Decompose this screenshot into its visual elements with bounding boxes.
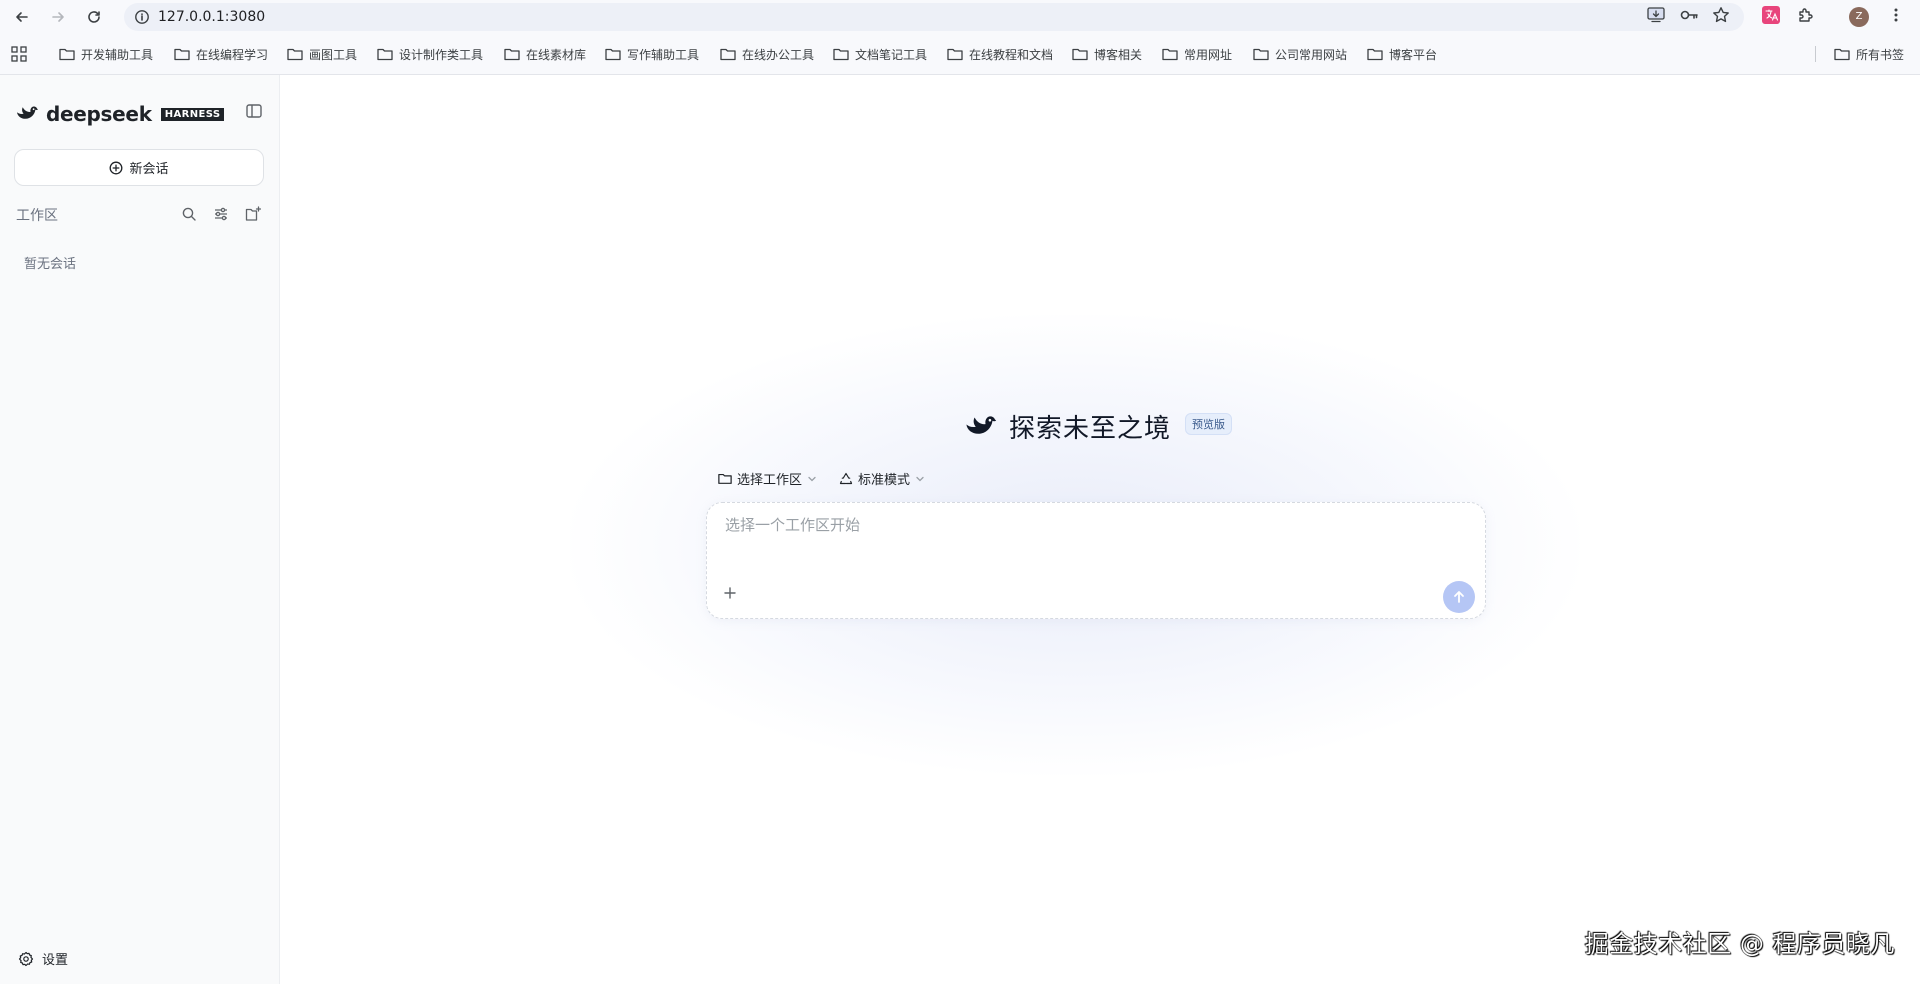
send-button[interactable] (1443, 581, 1475, 613)
bookmark-folder[interactable]: 画图工具 (287, 42, 357, 66)
watermark: 掘金技术社区 @ 程序员晓凡 (1584, 930, 1895, 958)
gear-icon (18, 951, 34, 967)
bookmark-folder[interactable]: 开发辅助工具 (59, 42, 153, 66)
workspace-selector[interactable]: 选择工作区 (718, 469, 817, 488)
folder-icon (377, 47, 393, 61)
bookmark-folder[interactable]: 写作辅助工具 (605, 42, 699, 66)
new-folder-icon[interactable] (245, 206, 261, 222)
filter-sliders-icon[interactable] (213, 206, 229, 222)
folder-icon (504, 47, 520, 61)
bookmark-label: 画图工具 (309, 47, 358, 62)
message-composer (706, 502, 1486, 619)
sidebar-toggle-icon[interactable] (245, 102, 263, 120)
whale-logo-icon (16, 105, 40, 123)
folder-icon (1834, 47, 1850, 61)
brand-name: deepseek (46, 102, 152, 126)
bookmark-folder[interactable]: 设计制作类工具 (377, 42, 483, 66)
browser-menu-icon[interactable] (1888, 6, 1904, 24)
main-area: 探索未至之境 预览版 选择工作区 标准模式 (280, 75, 1920, 984)
bookmark-label: 常用网址 (1184, 47, 1233, 62)
mode-selector-label: 标准模式 (858, 473, 911, 488)
folder-icon (605, 47, 621, 61)
apps-grid-icon[interactable] (11, 46, 27, 62)
extensions-puzzle-icon[interactable] (1797, 6, 1815, 24)
preview-badge: 预览版 (1185, 412, 1233, 435)
plus-circle-icon (109, 161, 123, 175)
folder-icon (174, 47, 190, 61)
bookmark-label: 公司常用网站 (1275, 47, 1348, 62)
bookmark-label: 文档笔记工具 (855, 47, 928, 62)
folder-icon (59, 47, 75, 61)
site-info-icon[interactable] (134, 9, 150, 25)
message-input[interactable] (723, 515, 1427, 535)
folder-icon (1253, 47, 1269, 61)
bookmark-folder[interactable]: 在线办公工具 (720, 42, 814, 66)
bookmark-folder[interactable]: 公司常用网站 (1253, 42, 1347, 66)
folder-icon (287, 47, 303, 61)
chevron-down-icon (807, 474, 817, 484)
brand-logo: deepseek HARNESS (16, 102, 225, 126)
bookmark-folder[interactable]: 常用网址 (1162, 42, 1232, 66)
back-button[interactable] (10, 5, 34, 29)
bookmarks-separator (1815, 46, 1816, 62)
bookmark-folder[interactable]: 文档笔记工具 (833, 42, 927, 66)
whale-logo-icon (965, 414, 999, 440)
hero-heading: 探索未至之境 预览版 (965, 408, 1233, 445)
arrow-up-icon (1451, 589, 1467, 605)
bookmark-label: 开发辅助工具 (81, 47, 154, 62)
password-key-icon[interactable] (1679, 5, 1699, 25)
bookmark-label: 博客相关 (1094, 47, 1143, 62)
chevron-down-icon (915, 474, 925, 484)
sidebar: deepseek HARNESS 新会话 工作区 暂无会话 设置 (0, 75, 280, 984)
folder-icon (1367, 47, 1383, 61)
bookmark-label: 设计制作类工具 (399, 47, 484, 62)
search-icon[interactable] (181, 206, 197, 222)
forward-button[interactable] (46, 5, 70, 29)
bookmark-folder[interactable]: 博客平台 (1367, 42, 1437, 66)
bookmark-label: 在线素材库 (526, 47, 587, 62)
bookmark-star-icon[interactable] (1711, 5, 1731, 25)
folder-icon (1072, 47, 1088, 61)
hero-title: 探索未至之境 (1009, 414, 1172, 444)
bookmark-label: 在线办公工具 (742, 47, 815, 62)
translate-extension-icon[interactable] (1762, 6, 1780, 24)
bookmark-label: 写作辅助工具 (627, 47, 700, 62)
bookmark-folder[interactable]: 在线教程和文档 (947, 42, 1053, 66)
folder-icon (720, 47, 736, 61)
bookmark-label: 博客平台 (1389, 47, 1438, 62)
empty-sessions-hint: 暂无会话 (24, 257, 77, 272)
install-app-icon[interactable] (1646, 5, 1666, 25)
bookmarks-bar: 开发辅助工具 在线编程学习 画图工具 设计制作类工具 在线素材库 写作辅助工具 在线办公工具… (0, 34, 1920, 75)
new-chat-button[interactable]: 新会话 (14, 149, 264, 186)
bookmark-folder[interactable]: 博客相关 (1072, 42, 1142, 66)
bookmark-folder[interactable]: 在线素材库 (504, 42, 586, 66)
url-text[interactable]: 127.0.0.1:3080 (158, 3, 265, 31)
bookmark-label: 所有书签 (1856, 47, 1905, 62)
bookmark-folder[interactable]: 在线编程学习 (174, 42, 268, 66)
folder-icon (833, 47, 849, 61)
reload-icon (88, 11, 100, 23)
back-arrow-icon (16, 12, 28, 22)
bookmark-label: 在线教程和文档 (969, 47, 1054, 62)
new-chat-label: 新会话 (129, 162, 169, 177)
workspace-selector-label: 选择工作区 (737, 473, 803, 488)
brand-badge: HARNESS (160, 107, 225, 121)
forward-arrow-icon (52, 12, 64, 22)
folder-icon (718, 472, 732, 485)
profile-avatar[interactable]: Z (1849, 7, 1869, 27)
workspace-section-label: 工作区 (16, 208, 58, 224)
attach-plus-icon[interactable] (722, 585, 738, 601)
mode-selector[interactable]: 标准模式 (839, 469, 925, 488)
folder-icon (1162, 47, 1178, 61)
settings-label: 设置 (42, 953, 69, 968)
all-bookmarks-folder[interactable]: 所有书签 (1834, 42, 1904, 66)
bookmark-label: 在线编程学习 (196, 47, 269, 62)
browser-toolbar: 127.0.0.1:3080 Z (0, 0, 1920, 34)
recycle-mode-icon (839, 472, 853, 486)
settings-button[interactable]: 设置 (18, 949, 68, 968)
folder-icon (947, 47, 963, 61)
reload-button[interactable] (82, 5, 106, 29)
address-bar[interactable]: 127.0.0.1:3080 (124, 3, 1744, 31)
